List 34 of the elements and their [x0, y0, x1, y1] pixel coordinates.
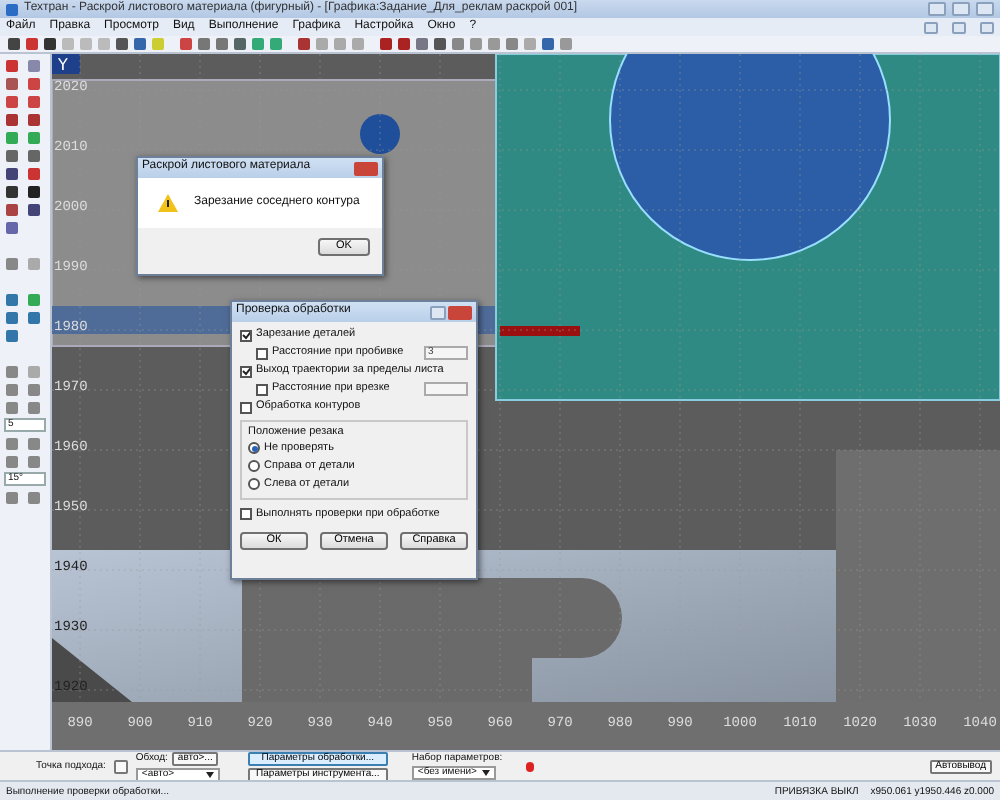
toolbar-button[interactable] [114, 36, 130, 52]
axis-name: Y [58, 56, 68, 74]
checkbox[interactable] [240, 365, 252, 377]
close-button[interactable] [354, 161, 378, 175]
hole-shape [360, 114, 400, 154]
help-button[interactable] [430, 305, 446, 319]
toolbar-button[interactable] [42, 36, 58, 52]
app-icon [6, 3, 18, 15]
radio-button[interactable] [248, 460, 260, 473]
input-field[interactable] [424, 382, 468, 396]
restore-button[interactable] [952, 21, 966, 33]
toolbar-button[interactable] [26, 184, 42, 200]
toolbar-button[interactable] [396, 36, 412, 52]
toolbar-button[interactable] [26, 202, 42, 218]
toolbar-button[interactable] [6, 36, 22, 52]
toolbar-button[interactable] [378, 36, 394, 52]
cut-path [500, 326, 580, 336]
part-shape [52, 638, 132, 702]
marker-icon [526, 761, 535, 771]
checkbox[interactable] [256, 383, 268, 395]
checkbox[interactable] [256, 347, 268, 359]
checkbox[interactable] [240, 508, 252, 521]
toolbar-button[interactable] [4, 166, 20, 182]
radio-button[interactable] [248, 442, 260, 455]
checkbox[interactable] [240, 329, 252, 341]
warning-icon [158, 194, 178, 212]
dropdown-icon [481, 770, 490, 776]
toolbar-button[interactable] [4, 184, 20, 200]
close-button[interactable] [448, 305, 472, 319]
maximize-button[interactable] [952, 2, 970, 16]
toolbar-button[interactable] [432, 36, 448, 52]
checkbox[interactable] [240, 401, 252, 413]
radio-button[interactable] [248, 478, 260, 491]
approach-button[interactable] [113, 759, 128, 773]
